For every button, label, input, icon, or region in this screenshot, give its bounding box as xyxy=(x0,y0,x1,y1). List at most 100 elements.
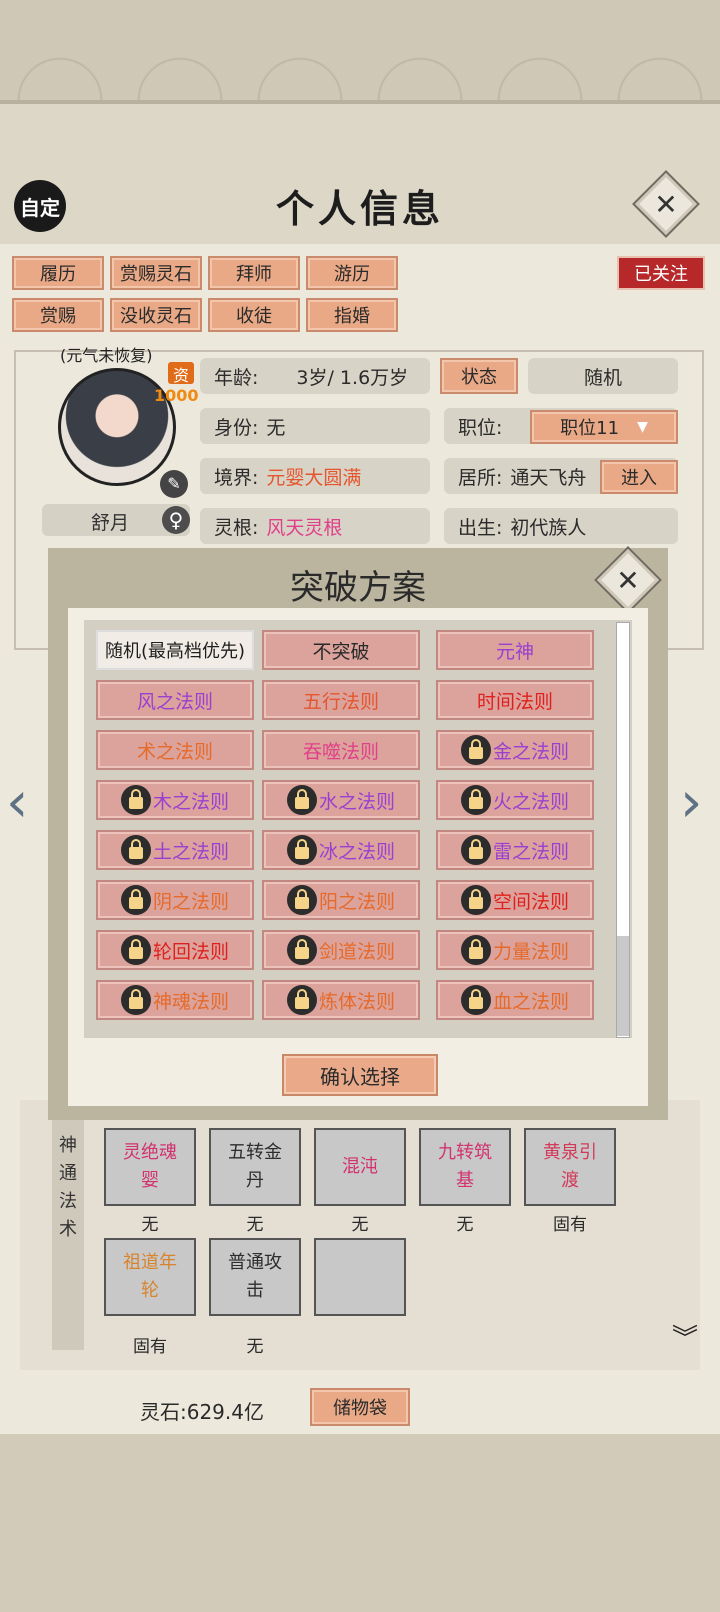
skill-slot[interactable]: 灵绝魂婴 xyxy=(104,1128,196,1206)
breakthrough-option[interactable]: 血之法则 xyxy=(436,980,594,1020)
skill-section-label: 神通法术 xyxy=(52,1120,84,1350)
lock-icon xyxy=(120,885,151,915)
breakthrough-option[interactable]: 阴之法则 xyxy=(96,880,254,920)
option-label: 金之法则 xyxy=(492,740,569,763)
bottom-band xyxy=(0,1434,720,1612)
breakthrough-option[interactable]: 空间法则 xyxy=(436,880,594,920)
option-label: 元神 xyxy=(495,640,534,663)
option-label: 水之法则 xyxy=(318,790,395,813)
lock-icon xyxy=(286,835,317,865)
breakthrough-option[interactable]: 轮回法则 xyxy=(96,930,254,970)
skill-name: 灵绝魂婴 xyxy=(123,1142,177,1191)
breakthrough-option[interactable]: 五行法则 xyxy=(262,680,420,720)
origin-label: 出生: xyxy=(458,516,503,539)
breakthrough-option[interactable]: 土之法则 xyxy=(96,830,254,870)
enter-button[interactable]: 进入 xyxy=(600,460,678,494)
lock-icon xyxy=(460,885,491,915)
breakthrough-option[interactable]: 吞噬法则 xyxy=(262,730,420,770)
breakthrough-option[interactable]: 炼体法则 xyxy=(262,980,420,1020)
age-label: 年龄: xyxy=(214,366,259,389)
breakthrough-option[interactable]: 木之法则 xyxy=(96,780,254,820)
previous-arrow-icon[interactable]: ‹ xyxy=(6,770,28,835)
breakthrough-option[interactable]: 风之法则 xyxy=(96,680,254,720)
lock-icon xyxy=(120,835,151,865)
skill-section-text: 神通法术 xyxy=(59,1135,77,1240)
lock-icon xyxy=(286,785,317,815)
breakthrough-option[interactable]: 火之法则 xyxy=(436,780,594,820)
option-label: 土之法则 xyxy=(152,840,229,863)
resume-button[interactable]: 履历 xyxy=(12,256,104,290)
option-label: 力量法则 xyxy=(492,940,569,963)
skill-slot[interactable]: 祖道年轮 xyxy=(104,1238,196,1316)
origin-row: 出生: 初代族人 xyxy=(444,508,678,544)
reward-button[interactable]: 赏赐 xyxy=(12,298,104,332)
position-label: 职位: xyxy=(458,416,503,439)
option-label: 剑道法则 xyxy=(318,940,395,963)
lock-icon xyxy=(460,985,491,1015)
spirit-stone-count: 灵石:629.4亿 xyxy=(140,1400,264,1424)
breakthrough-option[interactable]: 水之法则 xyxy=(262,780,420,820)
breakthrough-option[interactable]: 剑道法则 xyxy=(262,930,420,970)
option-label: 血之法则 xyxy=(492,990,569,1013)
option-label: 火之法则 xyxy=(492,790,569,813)
random-button[interactable]: 随机 xyxy=(528,358,678,394)
next-arrow-icon[interactable]: › xyxy=(680,770,702,835)
breakthrough-option[interactable]: 神魂法则 xyxy=(96,980,254,1020)
option-label: 风之法则 xyxy=(136,690,213,713)
skill-name: 混沌 xyxy=(342,1156,378,1177)
breakthrough-option[interactable]: 不突破 xyxy=(262,630,420,670)
lock-icon xyxy=(286,885,317,915)
storage-bag-button[interactable]: 储物袋 xyxy=(310,1388,410,1426)
skill-slot[interactable]: 普通攻击 xyxy=(209,1238,301,1316)
lock-icon xyxy=(460,785,491,815)
skill-slot[interactable]: 混沌 xyxy=(314,1128,406,1206)
lock-icon xyxy=(460,935,491,965)
skill-status: 无 xyxy=(246,1215,264,1235)
breakthrough-option[interactable]: 随机(最高档优先) xyxy=(96,630,254,670)
skill-name: 普通攻击 xyxy=(228,1252,282,1301)
followed-badge[interactable]: 已关注 xyxy=(617,256,705,290)
option-label: 五行法则 xyxy=(302,690,379,713)
skill-name: 五转金丹 xyxy=(228,1142,282,1191)
reward-stones-button[interactable]: 赏赐灵石 xyxy=(110,256,202,290)
take-disciple-button[interactable]: 收徒 xyxy=(208,298,300,332)
root-value: 风天灵根 xyxy=(266,516,343,539)
close-icon: ✕ xyxy=(654,187,678,221)
breakthrough-option[interactable]: 时间法则 xyxy=(436,680,594,720)
age-row: 年龄: 3岁/ 1.6万岁 xyxy=(200,358,430,394)
skill-slot[interactable]: 九转筑基 xyxy=(419,1128,511,1206)
option-label: 冰之法则 xyxy=(318,840,395,863)
breakthrough-option[interactable]: 元神 xyxy=(436,630,594,670)
edit-pen-icon[interactable]: ✎ xyxy=(160,470,188,498)
breakthrough-option[interactable]: 雷之法则 xyxy=(436,830,594,870)
root-label: 灵根: xyxy=(214,516,259,539)
lock-icon xyxy=(120,785,151,815)
position-dropdown[interactable]: 职位11 ▼ xyxy=(530,410,678,444)
arrange-marriage-button[interactable]: 指婚 xyxy=(306,298,398,332)
breakthrough-option[interactable]: 术之法则 xyxy=(96,730,254,770)
status-button[interactable]: 状态 xyxy=(440,358,518,394)
realm-row: 境界: 元婴大圆满 xyxy=(200,458,430,494)
apprentice-button[interactable]: 拜师 xyxy=(208,256,300,290)
breakthrough-option[interactable]: 阳之法则 xyxy=(262,880,420,920)
aptitude-label: 资 xyxy=(168,362,194,385)
scrollbar-thumb[interactable] xyxy=(617,936,629,1036)
breakthrough-option[interactable]: 金之法则 xyxy=(436,730,594,770)
confiscate-stones-button[interactable]: 没收灵石 xyxy=(110,298,202,332)
expand-chevron-icon[interactable]: ︾ xyxy=(672,1318,698,1355)
character-name: 舒月 xyxy=(90,512,129,534)
skill-status: 无 xyxy=(141,1215,159,1235)
confirm-selection-button[interactable]: 确认选择 xyxy=(282,1054,438,1096)
breakthrough-option[interactable]: 冰之法则 xyxy=(262,830,420,870)
empty-skill-slot[interactable] xyxy=(314,1238,406,1316)
close-icon: ✕ xyxy=(616,563,640,597)
age-value: 3岁/ 1.6万岁 xyxy=(296,366,409,389)
lock-icon xyxy=(460,735,491,765)
residence-label: 居所: xyxy=(458,466,503,489)
residence-value: 通天飞舟 xyxy=(510,466,587,489)
breakthrough-option[interactable]: 力量法则 xyxy=(436,930,594,970)
skill-name: 祖道年轮 xyxy=(123,1252,177,1301)
skill-slot[interactable]: 黄泉引渡 xyxy=(524,1128,616,1206)
skill-slot[interactable]: 五转金丹 xyxy=(209,1128,301,1206)
travel-button[interactable]: 游历 xyxy=(306,256,398,290)
